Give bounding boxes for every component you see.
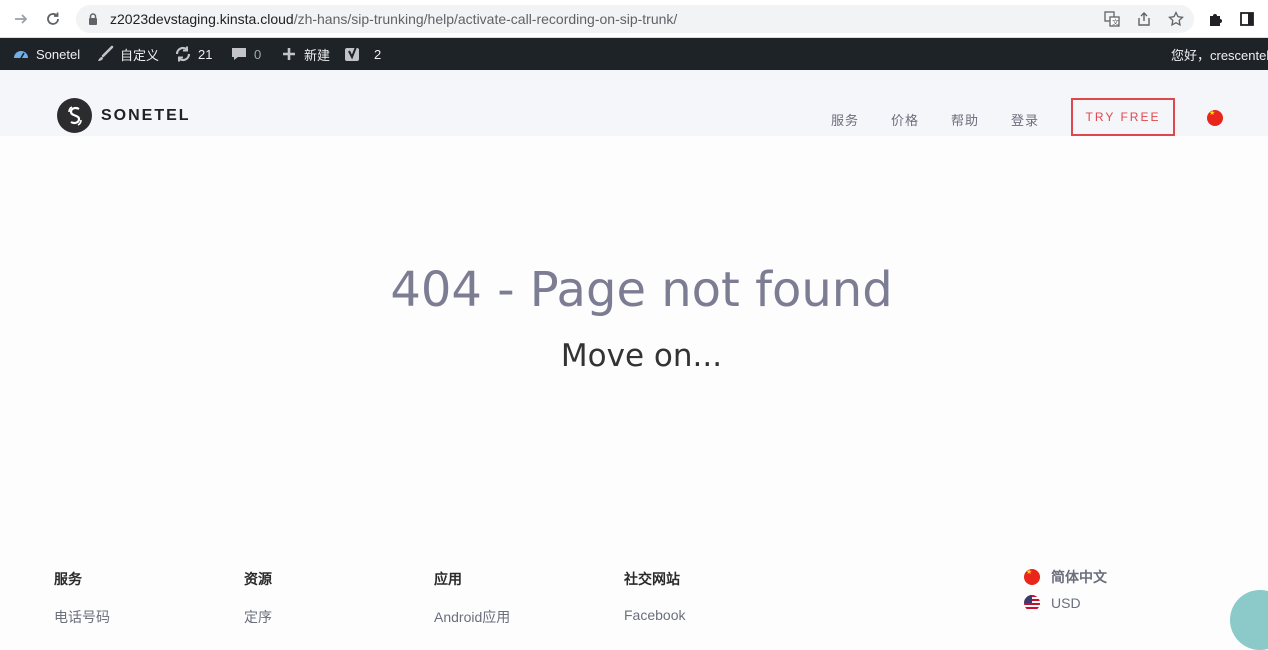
side-panel-icon[interactable]	[1236, 8, 1258, 30]
yoast-icon	[344, 45, 362, 63]
forward-arrow-icon[interactable]	[8, 6, 34, 32]
url-text: z2023devstaging.kinsta.cloud/zh-hans/sip…	[110, 11, 678, 27]
footer-link[interactable]: 电话号码	[54, 607, 110, 627]
footer-heading: 应用	[434, 571, 462, 587]
nav-pricing[interactable]: 价格	[891, 110, 919, 129]
lock-icon	[86, 12, 100, 26]
paintbrush-icon	[96, 45, 114, 63]
footer-link[interactable]: Android应用	[434, 607, 510, 627]
comment-bubble-icon	[230, 45, 248, 63]
reload-icon[interactable]	[40, 6, 66, 32]
admin-customize-label: 自定义	[120, 47, 160, 63]
address-bar[interactable]: z2023devstaging.kinsta.cloud/zh-hans/sip…	[76, 5, 1194, 33]
translate-icon[interactable]: 文	[1102, 9, 1122, 29]
footer-column-resources: 资源 定序	[244, 569, 272, 627]
admin-comments-count: 0	[254, 46, 262, 62]
try-free-button[interactable]: TRY FREE	[1071, 98, 1175, 136]
flag-cn-icon	[1024, 569, 1040, 585]
error-subtitle: Move on...	[560, 338, 723, 374]
sonetel-logo[interactable]: SONETEL	[57, 98, 191, 133]
admin-account-greeting[interactable]: 您好，crescentek	[1171, 38, 1268, 70]
footer-column-services: 服务 电话号码	[54, 569, 110, 627]
wp-admin-bar: Sonetel 自定义 21 0 新建 2 您好，crescentek	[0, 38, 1268, 70]
admin-updates-link[interactable]: 21	[174, 38, 212, 70]
share-icon[interactable]	[1134, 9, 1154, 29]
footer-heading: 资源	[244, 571, 272, 587]
plus-icon	[280, 45, 298, 63]
svg-text:文: 文	[1112, 18, 1119, 27]
error-title: 404 - Page not found	[390, 262, 893, 318]
footer-column-apps: 应用 Android应用	[434, 569, 510, 627]
admin-yoast-link[interactable]: 2	[344, 38, 381, 70]
browser-toolbar: z2023devstaging.kinsta.cloud/zh-hans/sip…	[0, 0, 1268, 38]
admin-yoast-count: 2	[374, 46, 382, 62]
flag-us-icon	[1024, 595, 1040, 611]
updates-refresh-icon	[174, 45, 192, 63]
footer-language-selector[interactable]: 简体中文	[1024, 567, 1107, 587]
footer-heading: 服务	[54, 571, 82, 587]
extensions-puzzle-icon[interactable]	[1205, 8, 1227, 30]
logo-text: SONETEL	[101, 106, 191, 124]
admin-new-link[interactable]: 新建	[280, 38, 330, 70]
nav-help[interactable]: 帮助	[951, 110, 979, 129]
nav-services[interactable]: 服务	[831, 110, 859, 129]
footer-link[interactable]: Facebook	[624, 607, 685, 623]
dashboard-gauge-icon	[12, 45, 30, 63]
chat-widget-button[interactable]	[1230, 590, 1268, 650]
site-header: SONETEL 服务 价格 帮助 登录 TRY FREE	[0, 70, 1268, 136]
footer-link[interactable]: 定序	[244, 607, 272, 627]
admin-new-label: 新建	[304, 47, 331, 63]
admin-updates-count: 21	[198, 46, 213, 62]
admin-comments-link[interactable]: 0	[230, 38, 261, 70]
bookmark-star-icon[interactable]	[1166, 9, 1186, 29]
language-flag-cn-icon[interactable]	[1207, 110, 1223, 126]
currency-label: USD	[1051, 595, 1081, 611]
nav-login[interactable]: 登录	[1011, 110, 1039, 129]
admin-customize-link[interactable]: 自定义	[96, 38, 159, 70]
sonetel-logo-mark-icon	[57, 98, 92, 133]
admin-site-name: Sonetel	[36, 46, 81, 62]
footer-currency-selector[interactable]: USD	[1024, 595, 1081, 611]
language-label: 简体中文	[1051, 569, 1107, 585]
footer-heading: 社交网站	[624, 571, 680, 587]
footer-column-social: 社交网站 Facebook	[624, 569, 685, 623]
admin-site-link[interactable]: Sonetel	[12, 38, 80, 70]
